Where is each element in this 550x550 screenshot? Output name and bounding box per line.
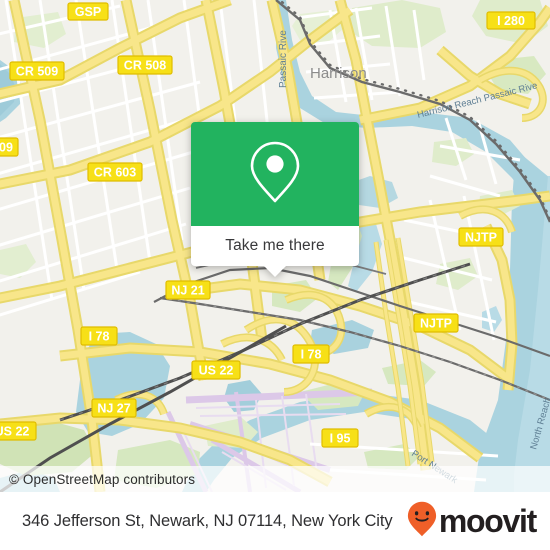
moovit-wordmark: moovit — [438, 503, 537, 539]
road-shield: I 280 — [486, 11, 536, 30]
moovit-smiley-pin-icon — [407, 501, 437, 542]
road-shield-label: CR 509 — [16, 65, 58, 79]
osm-attribution-text: © OpenStreetMap contributors — [9, 471, 196, 487]
road-shield: CR 508 — [117, 55, 173, 75]
take-me-there-button[interactable]: Take me there — [191, 226, 359, 266]
road-shield-label: CR 603 — [94, 166, 136, 180]
road-shield-label: NJTP — [420, 317, 452, 331]
road-shield-label: I 95 — [330, 432, 351, 446]
road-shield: CR 509 — [9, 61, 65, 81]
place-label: Harrison — [310, 65, 367, 82]
road-shield: NJTP — [458, 227, 504, 247]
osm-attribution: © OpenStreetMap contributors — [0, 466, 550, 492]
road-shield: I 78 — [292, 344, 330, 364]
road-shield-label: NJ 27 — [97, 402, 130, 416]
road-shield: NJ 21 — [165, 280, 211, 300]
location-popup[interactable]: Take me there — [191, 122, 359, 277]
popup-header — [191, 122, 359, 226]
footer-bar: 346 Jefferson St, Newark, NJ 07114, New … — [0, 492, 550, 550]
road-shield: US 22 — [0, 421, 37, 441]
road-shield: I 95 — [321, 428, 359, 448]
road-shield-label: US 22 — [0, 425, 29, 439]
road-shield-label: I 78 — [89, 330, 110, 344]
road-shield: 09 — [0, 137, 19, 157]
location-pin-icon — [248, 139, 302, 210]
road-shield: US 22 — [191, 360, 241, 380]
road-shield-label: I 280 — [497, 14, 525, 28]
water-label: Passaic Rive — [278, 30, 289, 88]
road-shield: NJ 27 — [91, 398, 137, 418]
road-shield-label: 09 — [0, 141, 13, 155]
popup-pointer — [264, 266, 286, 277]
road-shield-label: CR 508 — [124, 59, 166, 73]
road-shield-label: NJTP — [465, 231, 497, 245]
road-shield: NJTP — [413, 313, 459, 333]
road-shield: I 78 — [80, 326, 118, 346]
road-shield-label: I 78 — [301, 348, 322, 362]
map-screen: Harrison Passaic Rive Harrison Reach Pas… — [0, 0, 550, 550]
moovit-logo[interactable]: moovit — [407, 501, 537, 542]
road-shield: GSP — [67, 2, 109, 21]
road-shield-label: GSP — [75, 5, 101, 19]
road-shield-label: NJ 21 — [171, 284, 204, 298]
road-shield-label: US 22 — [199, 364, 234, 378]
road-shield: CR 603 — [87, 162, 143, 182]
address-label: 346 Jefferson St, Newark, NJ 07114, New … — [22, 511, 393, 530]
